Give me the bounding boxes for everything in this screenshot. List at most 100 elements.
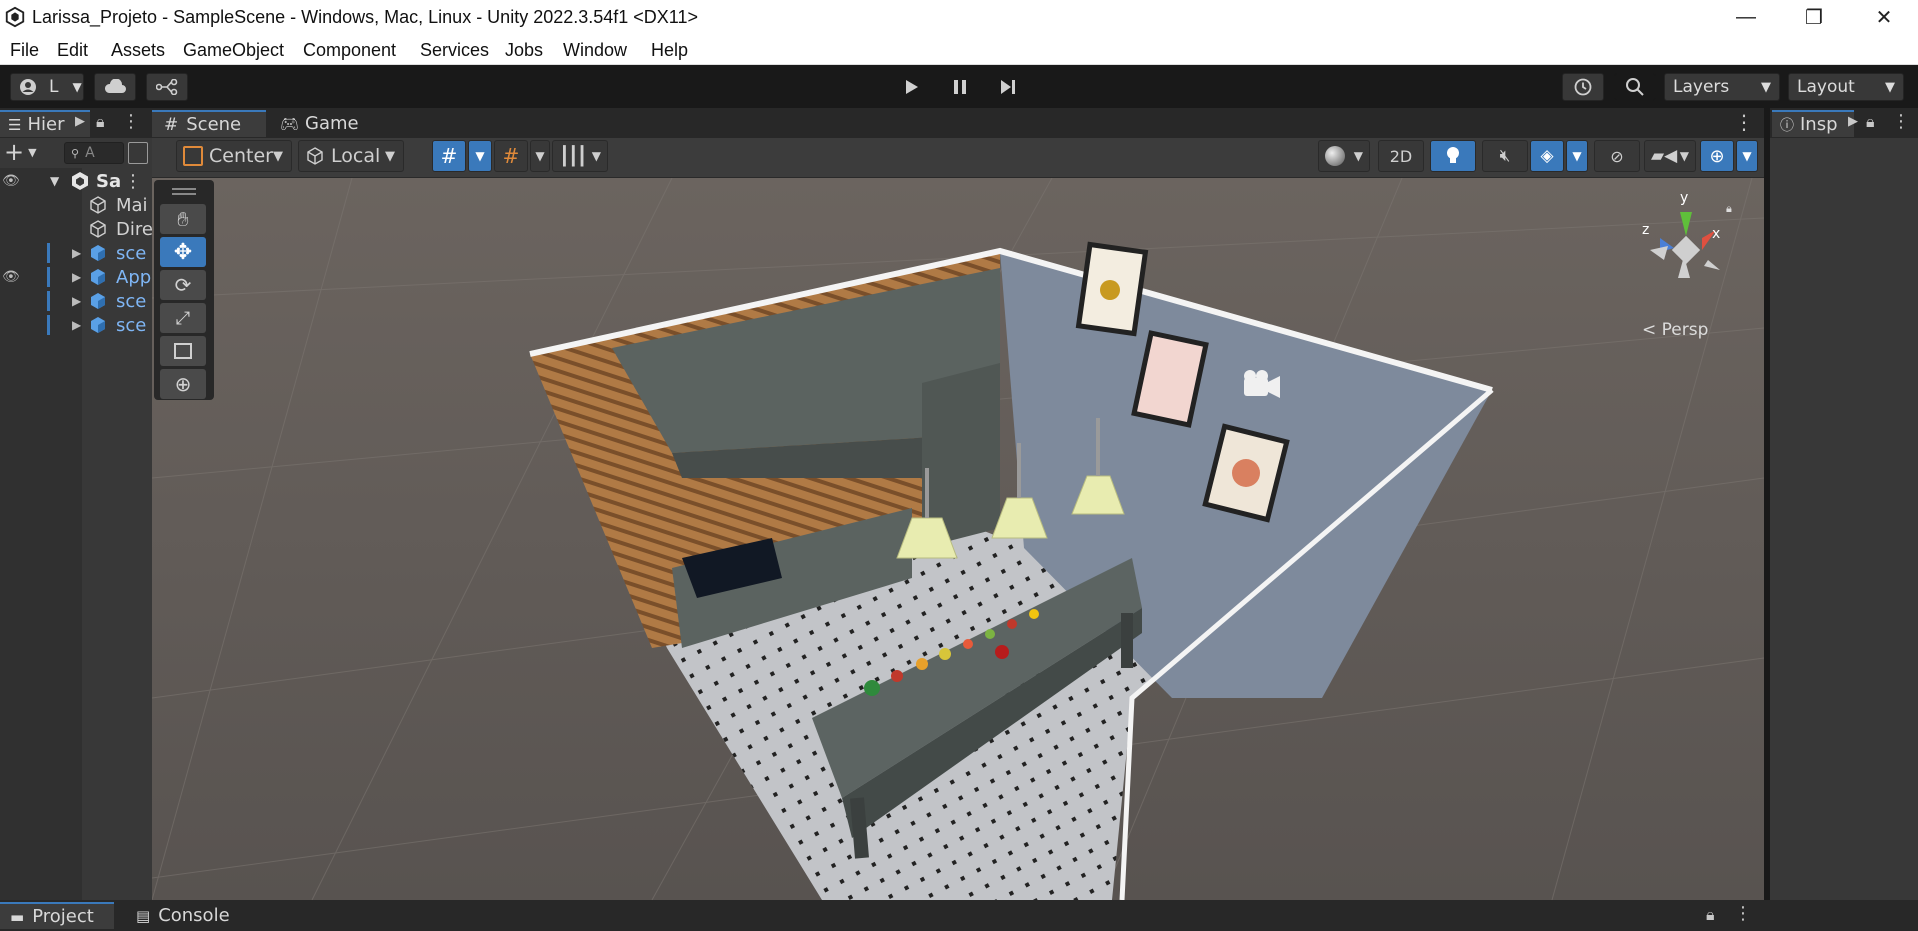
chevron-down-icon: ▼	[273, 148, 283, 164]
hierarchy-item[interactable]: ▶ sce	[0, 241, 152, 265]
transform-tool-button[interactable]: ⊕	[160, 369, 206, 399]
eye-slash-icon: ⊘	[1610, 146, 1624, 166]
pause-icon	[954, 80, 966, 94]
menu-gameobject[interactable]: GameObject	[183, 40, 284, 61]
grid-visibility-dropdown[interactable]: ┃┃┃ ▼	[552, 140, 608, 172]
tab-inspector[interactable]: ⓘ Insp	[1772, 110, 1854, 137]
expand-arrow-icon[interactable]: ▶	[72, 246, 81, 260]
more-options-icon[interactable]: ⋮	[124, 171, 142, 192]
hierarchy-item[interactable]: Dire	[0, 217, 153, 241]
more-options-icon[interactable]: ⋮	[1892, 111, 1910, 132]
step-button[interactable]	[988, 74, 1028, 100]
tab-project[interactable]: ▬ Project	[0, 902, 114, 929]
more-options-icon[interactable]: ⋮	[1734, 110, 1754, 134]
scene-name: Sa	[96, 170, 122, 192]
audio-toggle[interactable]: 🔇︎	[1482, 140, 1528, 172]
rotate-tool-button[interactable]: ⟳	[160, 270, 206, 300]
play-button[interactable]	[892, 74, 932, 100]
palette-grip[interactable]	[172, 193, 196, 195]
eye-icon[interactable]: 👁︎	[2, 269, 20, 285]
hierarchy-item[interactable]: ▶ sce	[0, 313, 152, 337]
shading-mode-dropdown[interactable]: ▼	[1318, 140, 1370, 172]
projection-toggle[interactable]: < Persp	[1642, 320, 1708, 340]
menu-services[interactable]: Services	[420, 40, 489, 61]
scene-visibility-button[interactable]	[128, 142, 148, 164]
hierarchy-item[interactable]: Mai	[0, 193, 152, 217]
scene-camera-dropdown[interactable]: ▰◀ ▼	[1644, 140, 1696, 172]
rect-tool-button[interactable]	[160, 336, 206, 366]
grid-hash-icon: #	[164, 114, 179, 135]
scale-tool-button[interactable]: ⤢	[160, 303, 206, 333]
create-button[interactable]: + ▼	[4, 140, 44, 166]
restore-button[interactable]: ❐	[1784, 0, 1844, 35]
eye-icon[interactable]: 👁︎	[2, 173, 20, 189]
lighting-toggle[interactable]	[1430, 140, 1476, 172]
orientation-gizmo[interactable]: y x z 🔒︎ < Persp	[1620, 190, 1760, 350]
effects-toggle[interactable]: ◈	[1530, 140, 1564, 172]
undo-history-button[interactable]	[1562, 73, 1604, 101]
lock-icon[interactable]: 🔒︎	[1706, 905, 1715, 925]
more-options-icon[interactable]: ⋮	[1734, 903, 1752, 924]
move-tool-button[interactable]: ✥	[160, 237, 206, 267]
close-window-button[interactable]: ✕	[1854, 0, 1914, 35]
scene-root-row[interactable]: 👁︎ ▼ Sa ⋮	[0, 169, 152, 193]
grid-snap-dropdown[interactable]: ▼	[468, 140, 492, 172]
hierarchy-tab-label: Hier	[27, 114, 65, 135]
account-label: L	[49, 77, 59, 97]
pause-button[interactable]	[940, 74, 980, 100]
chevron-down-icon: ▼	[591, 149, 601, 163]
menu-component[interactable]: Component	[303, 40, 396, 61]
menu-jobs[interactable]: Jobs	[505, 40, 543, 61]
rect-transform-icon	[174, 343, 192, 359]
scene-viewport[interactable]	[152, 178, 1764, 900]
layout-dropdown[interactable]: Layout ▼	[1788, 73, 1904, 101]
layers-dropdown[interactable]: Layers ▼	[1664, 73, 1780, 101]
more-options-icon[interactable]: ⋮	[122, 111, 140, 132]
menu-edit[interactable]: Edit	[57, 40, 88, 61]
hierarchy-item[interactable]: 👁︎ ▶ App	[0, 265, 152, 289]
palette-grip[interactable]	[172, 188, 196, 190]
play-icon	[906, 80, 918, 94]
lock-icon[interactable]: 🔒︎	[1866, 112, 1875, 132]
hidden-objects-toggle[interactable]: ⊘	[1594, 140, 1640, 172]
increment-snap-toggle[interactable]: #	[494, 140, 528, 172]
expand-arrow-icon[interactable]: ▶	[72, 270, 81, 284]
version-control-button[interactable]	[146, 73, 188, 101]
gizmos-toggle[interactable]: ⊕	[1700, 140, 1734, 172]
increment-snap-dropdown[interactable]: ▼	[530, 140, 550, 172]
panel-divider[interactable]	[1764, 108, 1770, 900]
tab-scene[interactable]: # Scene	[152, 110, 266, 137]
effects-dropdown[interactable]: ▼	[1566, 140, 1588, 172]
tab-console[interactable]: ▤ Console	[132, 902, 242, 929]
menu-file[interactable]: File	[10, 40, 39, 61]
menu-help[interactable]: Help	[651, 40, 688, 61]
menu-window[interactable]: Window	[563, 40, 627, 61]
hierarchy-item[interactable]: ▶ sce	[0, 289, 152, 313]
expand-arrow-icon[interactable]: ▶	[72, 318, 81, 332]
minimize-button[interactable]: —	[1716, 0, 1776, 35]
tab-game[interactable]: 🎮︎ Game	[272, 110, 372, 137]
toggle-2d-button[interactable]: 2D	[1378, 140, 1424, 172]
menu-bar: File Edit Assets GameObject Component Se…	[0, 35, 1918, 65]
prefab-override-marker	[47, 315, 50, 335]
pivot-mode-dropdown[interactable]: Center ▼	[176, 140, 292, 172]
lock-icon[interactable]: 🔒︎	[1726, 202, 1732, 216]
cloud-button[interactable]	[94, 73, 136, 101]
chevron-down-icon: ▼	[1679, 149, 1689, 163]
chevron-down-icon[interactable]: ▼	[50, 174, 59, 188]
search-button[interactable]	[1614, 73, 1656, 101]
layout-label: Layout	[1797, 77, 1855, 97]
gizmos-dropdown[interactable]: ▼	[1736, 140, 1758, 172]
chevron-down-icon: ▼	[1761, 79, 1771, 95]
menu-assets[interactable]: Assets	[111, 40, 165, 61]
grid-snapping-toggle[interactable]: #	[432, 140, 466, 172]
layers-label: Layers	[1673, 77, 1730, 97]
hand-tool-button[interactable]: ✋︎	[160, 204, 206, 234]
expand-arrow-icon[interactable]: ▶	[72, 294, 81, 308]
search-icon: ⚲	[71, 146, 80, 160]
account-button[interactable]: L ▼	[10, 73, 84, 101]
hierarchy-search-input[interactable]: ⚲ A	[64, 142, 124, 164]
scene-tab-strip	[152, 108, 1764, 138]
lock-icon[interactable]: 🔒︎	[96, 112, 105, 132]
space-mode-dropdown[interactable]: Local ▼	[298, 140, 404, 172]
